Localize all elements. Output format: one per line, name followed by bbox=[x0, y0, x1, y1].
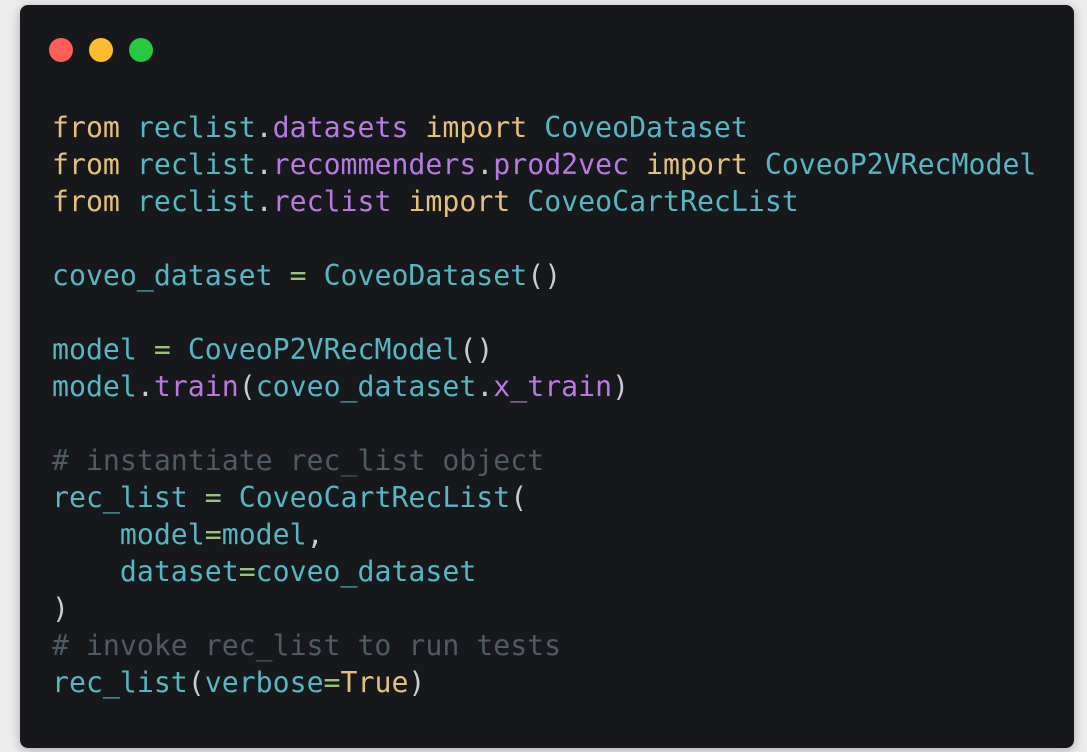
code-line: # invoke rec_list to run tests bbox=[52, 627, 1036, 664]
code-line: ) bbox=[52, 590, 1036, 627]
identifier-token: coveo_dataset bbox=[52, 259, 273, 292]
identifier-token: verbose bbox=[204, 666, 324, 699]
identifier-token: model bbox=[52, 333, 137, 366]
identifier-token: CoveoP2VRecModel bbox=[187, 333, 460, 366]
identifier-token: rec_list bbox=[52, 666, 188, 699]
code-block: from reclist.datasets import CoveoDatase… bbox=[52, 109, 1036, 701]
identifier-token: model bbox=[221, 518, 307, 551]
operator-token: = bbox=[289, 259, 307, 292]
operator-token: = bbox=[238, 555, 256, 588]
punctuation-token: ( bbox=[187, 666, 205, 699]
punctuation-token: ( bbox=[510, 481, 528, 514]
code-line: model=model, bbox=[52, 516, 1036, 553]
keyword-token: import bbox=[425, 111, 528, 144]
attribute-token: train bbox=[153, 370, 239, 403]
identifier-token: rec_list bbox=[52, 481, 188, 514]
code-line: model.train(coveo_dataset.x_train) bbox=[52, 368, 1036, 405]
identifier-token: model bbox=[52, 370, 137, 403]
code-line: ​ bbox=[52, 294, 1036, 331]
punctuation-token: . bbox=[136, 370, 154, 403]
code-line: from reclist.reclist import CoveoCartRec… bbox=[52, 183, 1036, 220]
keyword-token: from bbox=[52, 185, 120, 218]
punctuation-token: ) bbox=[52, 592, 69, 625]
code-line: rec_list(verbose=True) bbox=[52, 664, 1036, 701]
identifier-token: CoveoDataset bbox=[323, 259, 528, 292]
identifier-token: coveo_dataset bbox=[255, 370, 477, 403]
minimize-button[interactable] bbox=[89, 38, 113, 62]
code-line: ​ bbox=[52, 405, 1036, 442]
identifier-token: CoveoP2VRecModel bbox=[764, 148, 1037, 181]
attribute-token: x_train bbox=[493, 370, 613, 403]
operator-token: = bbox=[153, 333, 171, 366]
identifier-token: coveo_dataset bbox=[255, 555, 477, 588]
identifier-token: reclist bbox=[136, 148, 256, 181]
punctuation-token: () bbox=[459, 333, 494, 366]
close-button[interactable] bbox=[49, 38, 73, 62]
identifier-token: model bbox=[119, 518, 205, 551]
operator-token: = bbox=[323, 666, 341, 699]
identifier-token: CoveoCartRecList bbox=[527, 185, 799, 218]
operator-token: = bbox=[204, 518, 222, 551]
code-line: from reclist.recommenders.prod2vec impor… bbox=[52, 146, 1036, 183]
maximize-button[interactable] bbox=[129, 38, 153, 62]
code-window: from reclist.datasets import CoveoDatase… bbox=[20, 5, 1074, 748]
operator-token: = bbox=[204, 481, 222, 514]
punctuation-token: ) bbox=[612, 370, 630, 403]
punctuation-token: . bbox=[255, 148, 273, 181]
attribute-token: datasets bbox=[272, 111, 409, 144]
keyword-token: True bbox=[340, 666, 409, 699]
code-line: ​ bbox=[52, 220, 1036, 257]
code-line: coveo_dataset = CoveoDataset() bbox=[52, 257, 1036, 294]
code-line: model = CoveoP2VRecModel() bbox=[52, 331, 1036, 368]
punctuation-token: () bbox=[527, 259, 562, 292]
keyword-token: from bbox=[52, 148, 120, 181]
attribute-token: prod2vec bbox=[493, 148, 630, 181]
identifier-token: CoveoCartRecList bbox=[238, 481, 511, 514]
code-line: rec_list = CoveoCartRecList( bbox=[52, 479, 1036, 516]
punctuation-token: ( bbox=[238, 370, 256, 403]
comment-token: # instantiate rec_list object bbox=[52, 444, 545, 477]
identifier-token: dataset bbox=[119, 555, 239, 588]
punctuation-token: . bbox=[476, 148, 494, 181]
identifier-token: CoveoDataset bbox=[544, 111, 748, 144]
punctuation-token: . bbox=[476, 370, 494, 403]
window-controls bbox=[49, 38, 153, 62]
comment-token: # invoke rec_list to run tests bbox=[52, 629, 562, 662]
code-line: dataset=coveo_dataset bbox=[52, 553, 1036, 590]
punctuation-token: ) bbox=[408, 666, 426, 699]
punctuation-token: , bbox=[306, 518, 324, 551]
punctuation-token: . bbox=[255, 111, 273, 144]
keyword-token: import bbox=[646, 148, 748, 181]
keyword-token: from bbox=[52, 111, 120, 144]
code-line: # instantiate rec_list object bbox=[52, 442, 1036, 479]
code-line: from reclist.datasets import CoveoDatase… bbox=[52, 109, 1036, 146]
identifier-token: reclist bbox=[136, 111, 256, 144]
keyword-token: import bbox=[408, 185, 511, 218]
attribute-token: recommenders bbox=[272, 148, 477, 181]
attribute-token: reclist bbox=[272, 185, 392, 218]
identifier-token: reclist bbox=[136, 185, 256, 218]
punctuation-token: . bbox=[255, 185, 273, 218]
